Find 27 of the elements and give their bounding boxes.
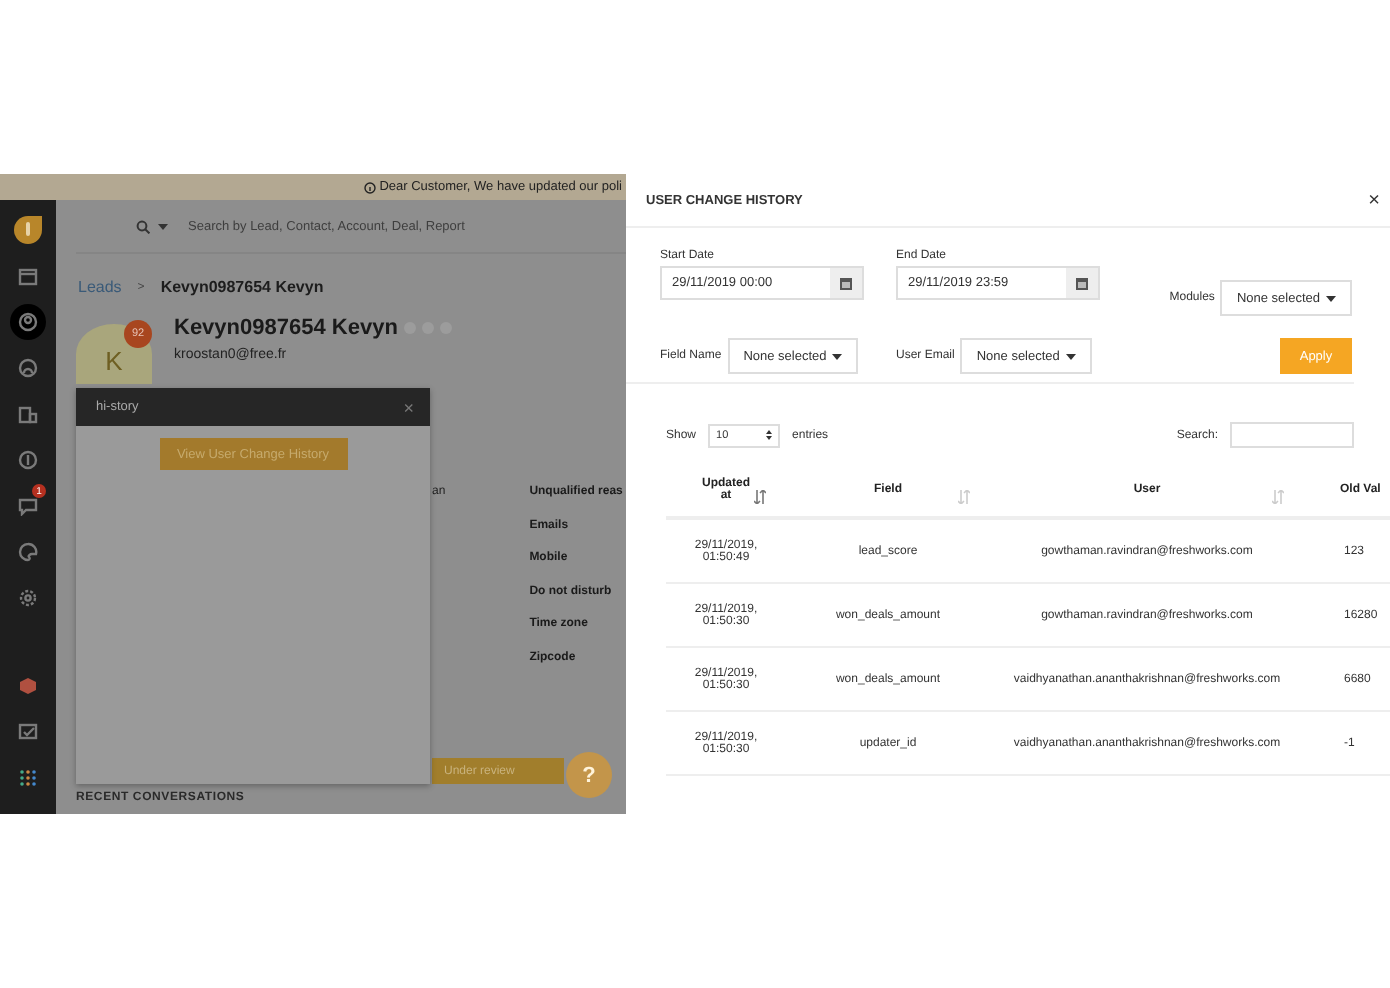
caret-icon bbox=[832, 353, 843, 359]
search-icon[interactable] bbox=[136, 219, 150, 233]
calendar-button[interactable] bbox=[830, 268, 862, 298]
person-circle-icon[interactable] bbox=[18, 312, 38, 332]
close-button[interactable]: × bbox=[1368, 189, 1380, 211]
updown-icon bbox=[766, 430, 773, 440]
caret-icon bbox=[158, 223, 168, 229]
chat-icon[interactable] bbox=[18, 496, 38, 516]
apps-grid-icon[interactable] bbox=[18, 768, 38, 788]
box-icon[interactable] bbox=[18, 676, 38, 696]
info-icon bbox=[363, 181, 376, 193]
chat-check-icon[interactable] bbox=[18, 722, 38, 742]
selected-nav-item[interactable] bbox=[10, 304, 46, 340]
breadcrumb-current: Kevyn0987654 Kevyn bbox=[160, 278, 324, 296]
settings-icon[interactable] bbox=[18, 588, 38, 608]
caret-icon bbox=[1065, 353, 1076, 359]
calendar-button[interactable] bbox=[1066, 268, 1098, 298]
person-icon[interactable] bbox=[18, 358, 38, 378]
search-field[interactable] bbox=[1230, 422, 1354, 448]
caret-icon bbox=[1326, 295, 1336, 301]
building-icon[interactable] bbox=[18, 404, 38, 424]
lead-name: Kevyn0987654 Kevyn bbox=[174, 316, 398, 340]
calendar-icon bbox=[1076, 277, 1088, 289]
calendar-icon bbox=[840, 277, 852, 289]
calendar-icon[interactable] bbox=[18, 266, 38, 286]
palette-icon[interactable] bbox=[18, 542, 38, 562]
sort-icon[interactable] bbox=[754, 490, 766, 504]
